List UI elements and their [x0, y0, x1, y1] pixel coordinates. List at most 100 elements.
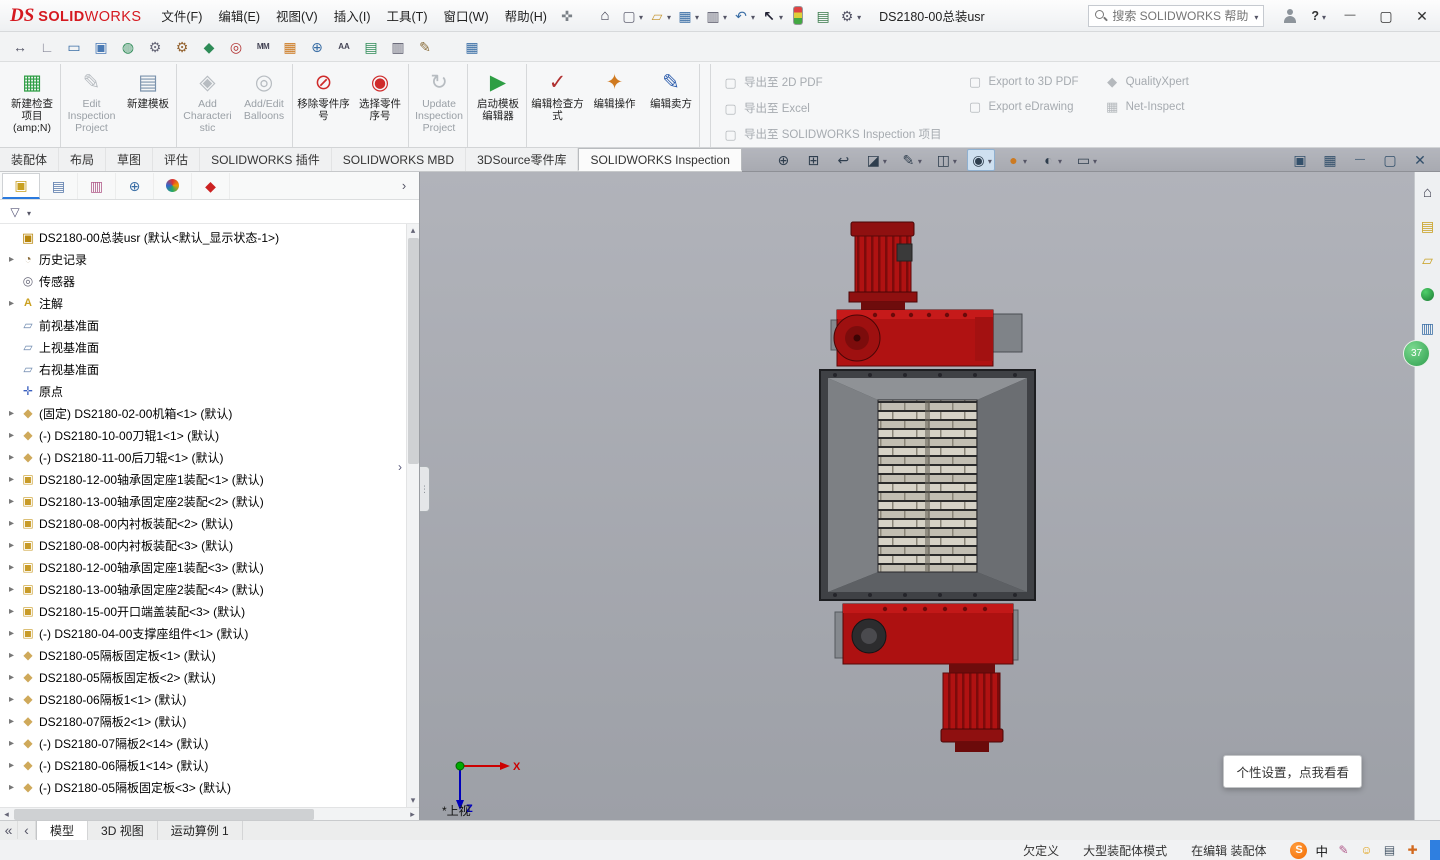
- command-tab[interactable]: 草图: [106, 148, 154, 171]
- panel-tab[interactable]: [2, 172, 40, 199]
- toolbar-button[interactable]: [89, 35, 113, 59]
- tree-item[interactable]: 注解: [0, 292, 419, 314]
- shredder-model[interactable]: [815, 214, 1047, 759]
- qat-button[interactable]: [646, 4, 673, 28]
- toolbar-button[interactable]: [224, 35, 248, 59]
- expand-arrow-icon[interactable]: [6, 738, 17, 749]
- expand-arrow-icon[interactable]: [6, 782, 17, 793]
- document-window-button[interactable]: [1408, 151, 1432, 169]
- expand-arrow-icon[interactable]: [6, 254, 17, 265]
- tree-item[interactable]: DS2180-05隔板固定板<1> (默认): [0, 644, 419, 666]
- tree-item[interactable]: DS2180-08-00内衬板装配<3> (默认): [0, 534, 419, 556]
- document-window-button[interactable]: [1288, 151, 1312, 169]
- tree-item[interactable]: (-) DS2180-05隔板固定板<3> (默认): [0, 776, 419, 798]
- qat-button[interactable]: [730, 4, 757, 28]
- expand-arrow-icon[interactable]: [6, 474, 17, 485]
- command-tab[interactable]: 布局: [59, 148, 107, 171]
- expand-arrow-icon[interactable]: [6, 694, 17, 705]
- heads-up-button[interactable]: [772, 149, 795, 170]
- menu-item[interactable]: 窗口(W): [435, 0, 496, 31]
- filter-dropdown-icon[interactable]: [26, 203, 31, 221]
- command-tab[interactable]: 3DSource零件库: [466, 148, 579, 171]
- ime-pen-icon[interactable]: [1336, 843, 1351, 858]
- qat-button[interactable]: [836, 4, 863, 28]
- tree-vertical-scrollbar[interactable]: [406, 224, 419, 807]
- viewport-3d[interactable]: X Z *上视: [420, 172, 1414, 820]
- menu-item[interactable]: 编辑(E): [210, 0, 268, 31]
- tree-item[interactable]: 传感器: [0, 270, 419, 292]
- toolbar-button[interactable]: [460, 35, 484, 59]
- menu-item[interactable]: 帮助(H): [497, 0, 555, 31]
- toolbar-button[interactable]: [197, 35, 221, 59]
- toolbar-button[interactable]: [386, 35, 410, 59]
- window-button[interactable]: [1404, 0, 1440, 32]
- qat-button[interactable]: [758, 4, 785, 28]
- expand-arrow-icon[interactable]: [6, 518, 17, 529]
- tree-item[interactable]: DS2180-05隔板固定板<2> (默认): [0, 666, 419, 688]
- expand-arrow-icon[interactable]: [6, 298, 17, 309]
- tree-item[interactable]: (-) DS2180-10-00刀辊1<1> (默认): [0, 424, 419, 446]
- tree-item[interactable]: DS2180-12-00轴承固定座1装配<1> (默认): [0, 468, 419, 490]
- task-pane-button[interactable]: [1416, 282, 1440, 306]
- heads-up-button[interactable]: [932, 149, 960, 171]
- sogou-ime-icon[interactable]: S: [1290, 841, 1308, 859]
- tree-item[interactable]: (-) DS2180-11-00后刀辊<1> (默认): [0, 446, 419, 468]
- command-tab[interactable]: SOLIDWORKS MBD: [332, 148, 467, 171]
- expand-arrow-icon[interactable]: [6, 540, 17, 551]
- expand-arrow-icon[interactable]: [6, 628, 17, 639]
- ribbon-button[interactable]: 新建模板: [120, 64, 177, 147]
- ribbon-button[interactable]: 编辑卖方: [643, 64, 700, 147]
- scroll-up-icon[interactable]: [407, 224, 420, 237]
- tree-root-item[interactable]: DS2180-00总装usr (默认<默认_显示状态-1>): [0, 226, 419, 248]
- notification-badge[interactable]: 37: [1403, 340, 1430, 367]
- tree-item[interactable]: (-) DS2180-04-00支撑座组件<1> (默认): [0, 622, 419, 644]
- window-button[interactable]: [1332, 0, 1368, 32]
- document-window-button[interactable]: [1318, 151, 1342, 169]
- pin-icon[interactable]: [555, 4, 579, 28]
- heads-up-button[interactable]: [897, 149, 925, 171]
- ribbon-button[interactable]: 编辑检查方式: [529, 64, 586, 147]
- task-pane-button[interactable]: [1416, 214, 1440, 238]
- command-tab[interactable]: 装配体: [0, 148, 60, 171]
- toolbar-button[interactable]: [170, 35, 194, 59]
- toolbar-button[interactable]: [413, 35, 437, 59]
- toolbar-button[interactable]: [305, 35, 329, 59]
- menu-item[interactable]: 视图(V): [268, 0, 326, 31]
- tree-item[interactable]: 原点: [0, 380, 419, 402]
- command-tab[interactable]: SOLIDWORKS Inspection: [578, 148, 742, 171]
- task-pane-button[interactable]: [1416, 180, 1440, 204]
- expand-arrow-icon[interactable]: [6, 584, 17, 595]
- tree-item[interactable]: DS2180-08-00内衬板装配<2> (默认): [0, 512, 419, 534]
- menu-item[interactable]: 工具(T): [379, 0, 436, 31]
- qat-button[interactable]: [618, 4, 645, 28]
- tree-flyout-icon[interactable]: ›: [398, 460, 402, 474]
- document-tab[interactable]: 3D 视图: [88, 821, 158, 840]
- tree-item[interactable]: DS2180-06隔板1<1> (默认): [0, 688, 419, 710]
- ribbon-button[interactable]: 编辑操作: [586, 64, 643, 147]
- ribbon-button[interactable]: 新建检查项目(amp;N): [4, 64, 61, 147]
- heads-up-button[interactable]: [1002, 149, 1030, 171]
- qat-button[interactable]: [674, 4, 701, 28]
- scroll-down-icon[interactable]: [407, 794, 420, 807]
- tab-nav-start-icon[interactable]: [0, 821, 18, 839]
- scrollbar-thumb[interactable]: [408, 238, 419, 464]
- expand-arrow-icon[interactable]: [6, 496, 17, 507]
- menu-item[interactable]: 插入(I): [326, 0, 379, 31]
- user-account-icon[interactable]: [1282, 8, 1297, 23]
- command-tab[interactable]: 评估: [153, 148, 201, 171]
- tree-item[interactable]: DS2180-13-00轴承固定座2装配<2> (默认): [0, 490, 419, 512]
- expand-arrow-icon[interactable]: [6, 606, 17, 617]
- document-tab[interactable]: 运动算例 1: [158, 821, 243, 840]
- tree-item[interactable]: DS2180-13-00轴承固定座2装配<4> (默认): [0, 578, 419, 600]
- panel-splitter-handle[interactable]: ⋮: [420, 466, 430, 512]
- heads-up-button[interactable]: [832, 149, 855, 170]
- qat-button[interactable]: [702, 4, 729, 28]
- tree-item[interactable]: 上视基准面: [0, 336, 419, 358]
- toolbar-button[interactable]: [35, 35, 59, 59]
- tab-nav-prev-icon[interactable]: [18, 821, 36, 839]
- ime-toolbox-icon[interactable]: [1405, 843, 1420, 858]
- panel-tab[interactable]: [78, 172, 116, 199]
- expand-arrow-icon[interactable]: [6, 716, 17, 727]
- heads-up-button[interactable]: [1037, 149, 1065, 171]
- document-window-button[interactable]: [1348, 151, 1372, 169]
